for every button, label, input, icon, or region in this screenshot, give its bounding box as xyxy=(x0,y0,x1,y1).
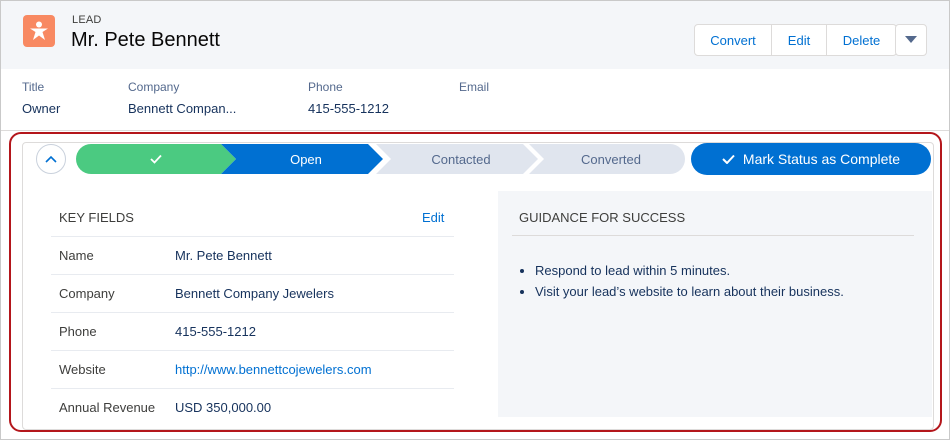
lead-star-icon xyxy=(23,15,55,47)
highlight-label: Company xyxy=(128,80,180,94)
highlight-value[interactable]: 415-555-1212 xyxy=(308,101,389,116)
key-field-value: Bennett Company Jewelers xyxy=(175,286,334,301)
guidance-divider xyxy=(512,235,914,236)
key-fields-title: KEY FIELDS xyxy=(59,210,134,225)
key-field-label: Annual Revenue xyxy=(59,400,156,415)
mark-status-complete-button[interactable]: Mark Status as Complete xyxy=(691,143,931,175)
guidance-list: Respond to lead within 5 minutes. Visit … xyxy=(535,263,844,305)
key-field-row: Name Mr. Pete Bennett xyxy=(51,236,454,274)
guidance-panel: GUIDANCE FOR SUCCESS Respond to lead wit… xyxy=(498,191,932,417)
path-stage-converted[interactable]: Converted xyxy=(529,144,685,174)
chevron-down-icon xyxy=(905,36,917,43)
highlight-company: Company Bennett Compan... xyxy=(128,80,236,116)
key-field-row: Website http://www.bennettcojewelers.com xyxy=(51,350,454,388)
path-stage-open[interactable]: Open xyxy=(221,144,383,174)
check-icon xyxy=(150,154,162,164)
path-stage-label: Open xyxy=(290,151,322,167)
highlight-label: Email xyxy=(459,80,490,94)
key-field-value: Mr. Pete Bennett xyxy=(175,248,272,263)
key-field-label: Website xyxy=(59,362,106,377)
key-field-value: USD 350,000.00 xyxy=(175,400,272,415)
highlight-label: Phone xyxy=(308,80,343,94)
path-stage-label: Converted xyxy=(581,151,641,167)
path-stage-complete[interactable] xyxy=(76,144,236,174)
highlights-panel: Title Owner Company Bennett Compan... Ph… xyxy=(1,69,949,131)
check-icon xyxy=(722,154,735,164)
key-field-row: Phone 415-555-1212 xyxy=(51,312,454,350)
highlight-label: Title xyxy=(22,80,45,94)
record-title: Mr. Pete Bennett xyxy=(71,29,220,51)
object-type-label: LEAD xyxy=(72,14,102,26)
key-field-value: 415-555-1212 xyxy=(175,324,256,339)
key-field-row: Company Bennett Company Jewelers xyxy=(51,274,454,312)
key-field-label: Phone xyxy=(59,324,97,339)
highlight-email: Email xyxy=(459,80,489,101)
highlight-value: Bennett Compan... xyxy=(128,101,237,116)
key-field-label: Name xyxy=(59,248,94,263)
guidance-item: Respond to lead within 5 minutes. xyxy=(535,263,844,278)
guidance-title: GUIDANCE FOR SUCCESS xyxy=(519,210,686,225)
highlight-value: Owner xyxy=(22,101,61,116)
edit-button[interactable]: Edit xyxy=(772,25,827,55)
delete-button[interactable]: Delete xyxy=(827,25,896,55)
key-fields-edit-link[interactable]: Edit xyxy=(422,210,444,225)
header-action-buttons: Convert Edit Delete xyxy=(694,24,897,56)
key-field-label: Company xyxy=(59,286,115,301)
key-field-row: Annual Revenue USD 350,000.00 xyxy=(51,388,454,426)
collapse-toggle-button[interactable] xyxy=(36,144,66,174)
highlight-title: Title Owner xyxy=(22,80,60,116)
highlight-phone: Phone 415-555-1212 xyxy=(308,80,389,116)
mark-status-label: Mark Status as Complete xyxy=(742,151,901,167)
guidance-item: Visit your lead’s website to learn about… xyxy=(535,284,844,299)
path-stage-contacted[interactable]: Contacted xyxy=(376,144,538,174)
path-stage-label: Contacted xyxy=(431,151,491,167)
more-actions-button[interactable] xyxy=(895,24,927,56)
chevron-up-icon xyxy=(45,155,57,163)
convert-button[interactable]: Convert xyxy=(695,25,772,55)
website-link[interactable]: http://www.bennettcojewelers.com xyxy=(175,362,372,377)
